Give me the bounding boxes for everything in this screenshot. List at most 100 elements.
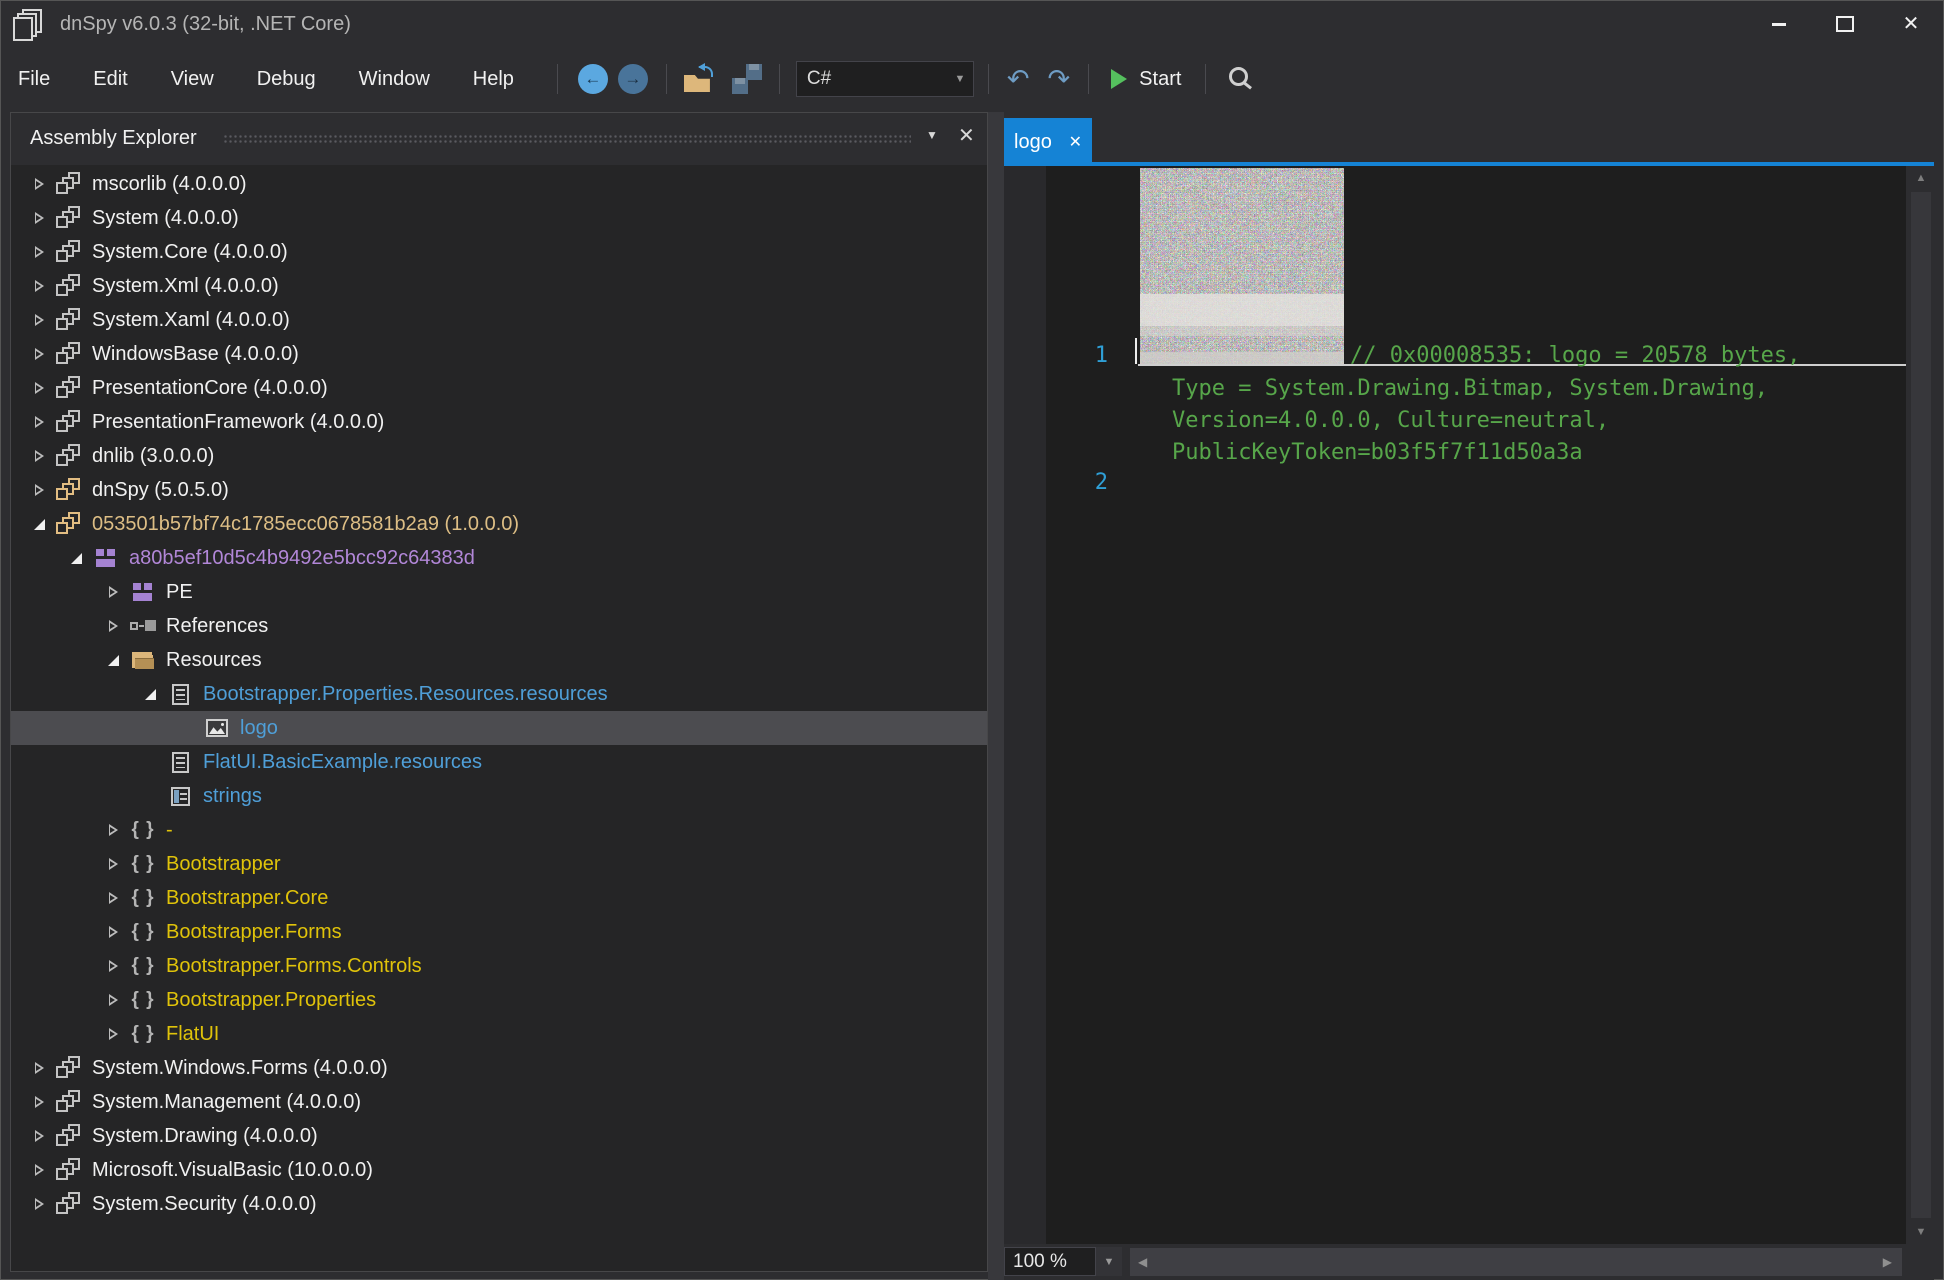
panel-menu-chevron-icon[interactable]: ▼ [926,128,938,142]
undo-button[interactable]: ↶ [1007,66,1030,93]
expander-icon[interactable] [26,212,52,224]
tree-item-label: logo [240,717,278,740]
expander-icon[interactable] [100,655,126,666]
maximize-button[interactable] [1812,0,1878,48]
expander-icon[interactable] [26,348,52,360]
expander-icon[interactable] [26,1062,52,1074]
tree-item-logo[interactable]: logo [11,711,987,745]
tree-item-bootstrapper-properties-resources-resour[interactable]: Bootstrapper.Properties.Resources.resour… [11,677,987,711]
expander-icon[interactable] [100,858,126,870]
tree-item-system-security-4-0-0-0[interactable]: System.Security (4.0.0.0) [11,1187,987,1221]
tab-logo[interactable]: logo ✕ [1004,118,1092,166]
tree-item-dnspy-5-0-5-0[interactable]: dnSpy (5.0.5.0) [11,473,987,507]
expander-icon[interactable] [26,246,52,258]
save-all-button[interactable] [731,64,763,94]
horizontal-scrollbar[interactable]: ◀ ▶ [1130,1248,1902,1276]
tree-item-053501b57bf74c1785ecc0678581b2a9-1-0-0-0[interactable]: 053501b57bf74c1785ecc0678581b2a9 (1.0.0.… [11,507,987,541]
tab-close-icon[interactable]: ✕ [1069,132,1082,152]
code-editor[interactable]: 1 // 0x00008535: logo = 20578 bytes, Typ… [1004,166,1906,1244]
expander-icon[interactable] [26,280,52,292]
logo-bitmap-image[interactable] [1140,168,1344,364]
tree-item-flatui[interactable]: { }FlatUI [11,1017,987,1051]
language-combobox[interactable]: C# ▼ [796,61,974,97]
scroll-right-icon[interactable]: ▶ [1883,1248,1892,1276]
tree-item-system-4-0-0-0[interactable]: System (4.0.0.0) [11,201,987,235]
menu-view[interactable]: View [171,68,214,91]
vertical-scrollbar[interactable]: ▲ ▼ [1908,166,1934,1244]
tree-item-bootstrapper-forms-controls[interactable]: { }Bootstrapper.Forms.Controls [11,949,987,983]
close-button[interactable]: ✕ [1878,0,1944,48]
zoom-chevron-down-icon[interactable]: ▼ [1096,1247,1122,1276]
assembly-icon [56,308,82,333]
tree-item-dash[interactable]: { }- [11,813,987,847]
expander-icon[interactable] [26,484,52,496]
expander-icon[interactable] [100,892,126,904]
expander-icon[interactable] [26,382,52,394]
tree-item-system-xaml-4-0-0-0[interactable]: System.Xaml (4.0.0.0) [11,303,987,337]
menu-window[interactable]: Window [359,68,430,91]
minimize-button[interactable] [1746,0,1812,48]
expander-icon[interactable] [100,586,126,598]
tree-item-system-xml-4-0-0-0[interactable]: System.Xml (4.0.0.0) [11,269,987,303]
tree-item-presentationframework-4-0-0-0[interactable]: PresentationFramework (4.0.0.0) [11,405,987,439]
tree-item-windowsbase-4-0-0-0[interactable]: WindowsBase (4.0.0.0) [11,337,987,371]
expander-icon[interactable] [26,450,52,462]
expander-icon[interactable] [26,1198,52,1210]
start-debug-button[interactable]: Start [1111,68,1181,91]
expander-icon[interactable] [100,1028,126,1040]
expander-icon[interactable] [100,824,126,836]
tree-item-bootstrapper-forms[interactable]: { }Bootstrapper.Forms [11,915,987,949]
expander-icon[interactable] [26,1096,52,1108]
tree-item-strings[interactable]: strings [11,779,987,813]
tree-item-presentationcore-4-0-0-0[interactable]: PresentationCore (4.0.0.0) [11,371,987,405]
tree-item-system-core-4-0-0-0[interactable]: System.Core (4.0.0.0) [11,235,987,269]
tree-item-system-management-4-0-0-0[interactable]: System.Management (4.0.0.0) [11,1085,987,1119]
menu-help[interactable]: Help [473,68,514,91]
minimize-icon [1772,23,1786,26]
expander-icon[interactable] [26,416,52,428]
panel-splitter[interactable] [988,112,1004,1280]
menu-edit[interactable]: Edit [93,68,127,91]
expander-icon[interactable] [26,1130,52,1142]
expander-icon[interactable] [26,178,52,190]
zoom-combobox[interactable]: 100 % [1004,1247,1096,1276]
expander-icon[interactable] [26,1164,52,1176]
tree-item-label: Resources [166,649,262,672]
assembly-explorer-header[interactable]: Assembly Explorer ▼ ✕ [11,113,987,165]
tree-item-bootstrapper-properties[interactable]: { }Bootstrapper.Properties [11,983,987,1017]
search-icon[interactable] [1226,65,1254,93]
tree-item-flatui-basicexample-resources[interactable]: FlatUI.BasicExample.resources [11,745,987,779]
tree-item-microsoft-visualbasic-10-0-0-0[interactable]: Microsoft.VisualBasic (10.0.0.0) [11,1153,987,1187]
tree-item-system-windows-forms-4-0-0-0[interactable]: System.Windows.Forms (4.0.0.0) [11,1051,987,1085]
navigate-back-button[interactable]: ← [578,64,608,94]
tree-item-mscorlib-4-0-0-0[interactable]: mscorlib (4.0.0.0) [11,167,987,201]
tree-item-resources[interactable]: Resources [11,643,987,677]
tree-item-dnlib-3-0-0-0[interactable]: dnlib (3.0.0.0) [11,439,987,473]
scroll-down-icon[interactable]: ▼ [1908,1226,1934,1238]
expander-icon[interactable] [100,926,126,938]
tree-item-system-drawing-4-0-0-0[interactable]: System.Drawing (4.0.0.0) [11,1119,987,1153]
vertical-scroll-thumb[interactable] [1911,192,1931,1218]
tree-item-a80b5ef10d5c4b9492e5bcc92c64383d[interactable]: a80b5ef10d5c4b9492e5bcc92c64383d [11,541,987,575]
navigate-forward-button[interactable]: → [618,64,648,94]
menu-file[interactable]: File [18,68,50,91]
panel-close-icon[interactable]: ✕ [958,123,975,148]
tree-item-bootstrapper-core[interactable]: { }Bootstrapper.Core [11,881,987,915]
tree-item-references[interactable]: References [11,609,987,643]
chevron-down-icon[interactable]: ▼ [947,62,973,96]
menu-debug[interactable]: Debug [257,68,316,91]
expander-icon[interactable] [26,314,52,326]
scroll-up-icon[interactable]: ▲ [1908,172,1934,184]
scroll-left-icon[interactable]: ◀ [1138,1248,1147,1276]
expander-icon[interactable] [26,519,52,530]
open-file-button[interactable] [683,65,715,93]
expander-icon[interactable] [100,960,126,972]
close-icon: ✕ [1903,14,1920,34]
redo-button[interactable]: ↷ [1048,66,1071,93]
expander-icon[interactable] [100,994,126,1006]
tree-item-bootstrapper[interactable]: { }Bootstrapper [11,847,987,881]
expander-icon[interactable] [63,553,89,564]
expander-icon[interactable] [137,689,163,700]
expander-icon[interactable] [100,620,126,632]
tree-item-pe[interactable]: PE [11,575,987,609]
